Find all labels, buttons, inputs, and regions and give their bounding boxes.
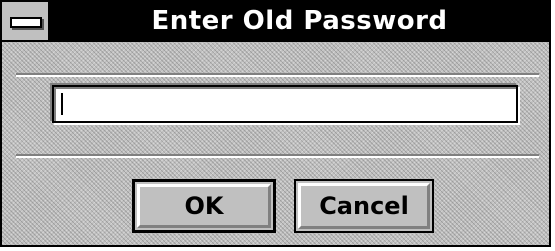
text-caret	[61, 93, 63, 115]
system-menu-button[interactable]	[2, 2, 50, 40]
ok-button[interactable]: OK	[132, 179, 276, 233]
system-menu-icon	[10, 17, 42, 28]
divider	[16, 73, 539, 77]
dialog-body: OK Cancel	[2, 42, 549, 245]
cancel-button-label: Cancel	[319, 192, 409, 220]
cancel-button[interactable]: Cancel	[294, 179, 434, 233]
old-password-input[interactable]	[52, 85, 518, 123]
divider	[16, 154, 539, 158]
dialog-title: Enter Old Password	[151, 6, 448, 36]
title-bar: Enter Old Password	[2, 2, 549, 42]
ok-button-label: OK	[184, 192, 224, 220]
password-dialog: Enter Old Password OK Cancel	[0, 0, 551, 247]
